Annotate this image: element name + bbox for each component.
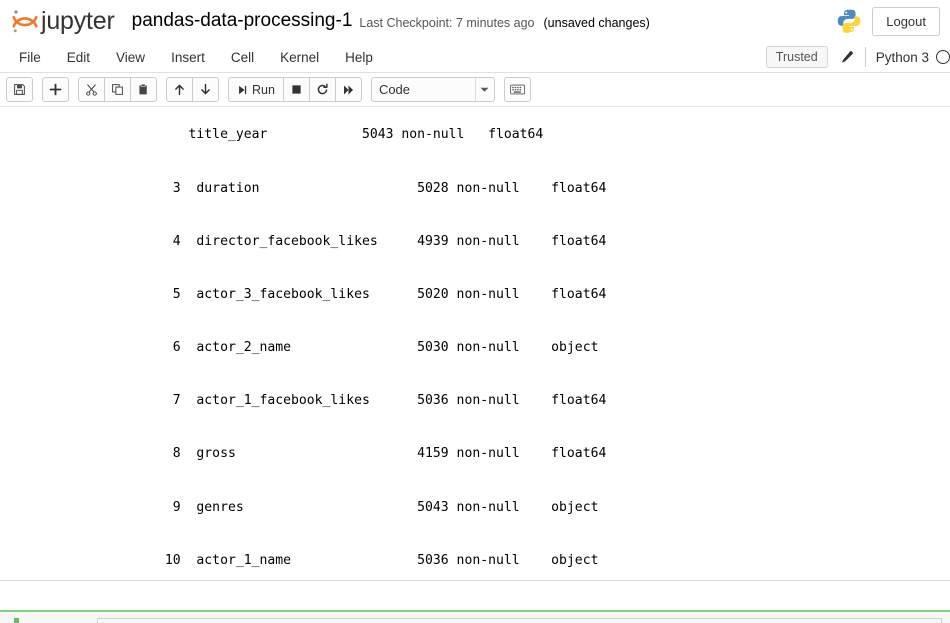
run-play-icon bbox=[237, 84, 248, 96]
cut-button[interactable] bbox=[78, 77, 105, 102]
code-cell-inner: In [ ]: bbox=[14, 618, 942, 623]
jupyter-notebook-app: jupyter pandas-data-processing-1 Last Ch… bbox=[0, 0, 950, 623]
output-row: 9 genres 5043 non-null object bbox=[157, 499, 599, 515]
cell-output-dataframe-info[interactable]: title_year 5043 non-null float64 3 durat… bbox=[0, 107, 950, 581]
keyboard-icon bbox=[509, 84, 525, 95]
stop-square-icon bbox=[291, 84, 302, 95]
menu-item-view[interactable]: View bbox=[103, 45, 158, 70]
jupyter-logo-link[interactable]: jupyter bbox=[10, 6, 115, 36]
output-row: 6 actor_2_name 5030 non-null object bbox=[157, 340, 599, 356]
output-bottom-divider bbox=[0, 580, 950, 581]
menu-item-help[interactable]: Help bbox=[332, 45, 386, 70]
insert-cell-below-button[interactable] bbox=[42, 77, 69, 102]
python-logo-icon bbox=[836, 7, 862, 35]
code-cell-selected[interactable]: In [ ]: bbox=[0, 610, 950, 623]
toolbar-group-insert bbox=[42, 77, 69, 102]
toolbar-group-run: Run bbox=[228, 77, 362, 102]
menu-item-file[interactable]: File bbox=[6, 45, 54, 70]
chevron-down-icon[interactable] bbox=[474, 78, 494, 101]
last-checkpoint-label: Last Checkpoint: 7 minutes ago bbox=[359, 16, 535, 30]
move-cell-down-button[interactable] bbox=[192, 77, 219, 102]
paste-icon bbox=[137, 83, 150, 96]
notebook-body: title_year 5043 non-null float64 3 durat… bbox=[0, 107, 950, 623]
save-button[interactable] bbox=[6, 77, 33, 102]
fast-forward-icon bbox=[342, 84, 355, 96]
output-row: 10 actor_1_name 5036 non-null object bbox=[157, 552, 599, 568]
move-cell-up-button[interactable] bbox=[166, 77, 193, 102]
notebook-toolbar: Run Code bbox=[0, 73, 950, 107]
jupyter-wordmark: jupyter bbox=[41, 6, 115, 35]
copy-icon bbox=[111, 83, 124, 96]
menu-item-cell[interactable]: Cell bbox=[218, 45, 267, 70]
kernel-name-label: Python 3 bbox=[875, 49, 929, 65]
toolbar-group-clipboard bbox=[78, 77, 157, 102]
output-text-block: title_year 5043 non-null float64 3 durat… bbox=[0, 107, 950, 581]
restart-and-run-all-button[interactable] bbox=[334, 77, 362, 102]
arrow-up-icon bbox=[173, 83, 186, 96]
jupyter-logo-icon bbox=[10, 6, 40, 36]
output-row: 5 actor_3_facebook_likes 5020 non-null f… bbox=[157, 286, 607, 302]
paste-button[interactable] bbox=[130, 77, 157, 102]
menu-item-kernel[interactable]: Kernel bbox=[267, 45, 332, 70]
toolbar-group-save bbox=[6, 77, 33, 102]
output-line-clipped: title_year 5043 non-null float64 bbox=[157, 127, 544, 143]
scissors-cut-icon bbox=[85, 83, 98, 96]
output-row: 4 director_facebook_likes 4939 non-null … bbox=[157, 233, 607, 249]
restart-kernel-button[interactable] bbox=[308, 77, 336, 102]
run-cell-button[interactable]: Run bbox=[228, 77, 284, 102]
code-input-editor[interactable] bbox=[97, 618, 942, 623]
pencil-icon[interactable] bbox=[828, 50, 865, 65]
kernel-idle-circle-icon bbox=[936, 50, 950, 64]
menu-item-insert[interactable]: Insert bbox=[158, 45, 218, 70]
menubar-right-group: Trusted Python 3 bbox=[765, 46, 950, 68]
restart-circle-arrow-icon bbox=[316, 83, 329, 96]
logout-button[interactable]: Logout bbox=[872, 6, 940, 36]
menubar-divider bbox=[864, 47, 866, 67]
trust-status-badge[interactable]: Trusted bbox=[765, 46, 828, 68]
output-row: 8 gross 4159 non-null float64 bbox=[157, 446, 607, 462]
toolbar-group-move bbox=[166, 77, 219, 102]
cell-type-value: Code bbox=[378, 82, 411, 97]
floppy-disk-save-icon bbox=[13, 83, 26, 96]
command-palette-button[interactable] bbox=[503, 77, 531, 102]
header-right-group: Logout bbox=[836, 6, 942, 36]
cell-prompt-label: In [ ]: bbox=[19, 618, 97, 623]
save-status-label: (unsaved changes) bbox=[543, 16, 650, 30]
menu-bar: File Edit View Insert Cell Kernel Help T… bbox=[0, 42, 950, 73]
toolbar-group-palette bbox=[503, 77, 531, 102]
menu-item-edit[interactable]: Edit bbox=[54, 45, 103, 70]
notebook-title[interactable]: pandas-data-processing-1 bbox=[132, 10, 353, 32]
arrow-down-icon bbox=[199, 83, 212, 96]
run-button-label: Run bbox=[252, 82, 275, 97]
plus-add-cell-icon bbox=[49, 83, 62, 96]
copy-button[interactable] bbox=[104, 77, 131, 102]
notebook-header: jupyter pandas-data-processing-1 Last Ch… bbox=[0, 0, 950, 42]
output-row: 7 actor_1_facebook_likes 5036 non-null f… bbox=[157, 393, 607, 409]
interrupt-kernel-button[interactable] bbox=[282, 77, 310, 102]
output-row: 3 duration 5028 non-null float64 bbox=[157, 180, 607, 196]
cell-type-select[interactable]: Code bbox=[370, 77, 495, 102]
